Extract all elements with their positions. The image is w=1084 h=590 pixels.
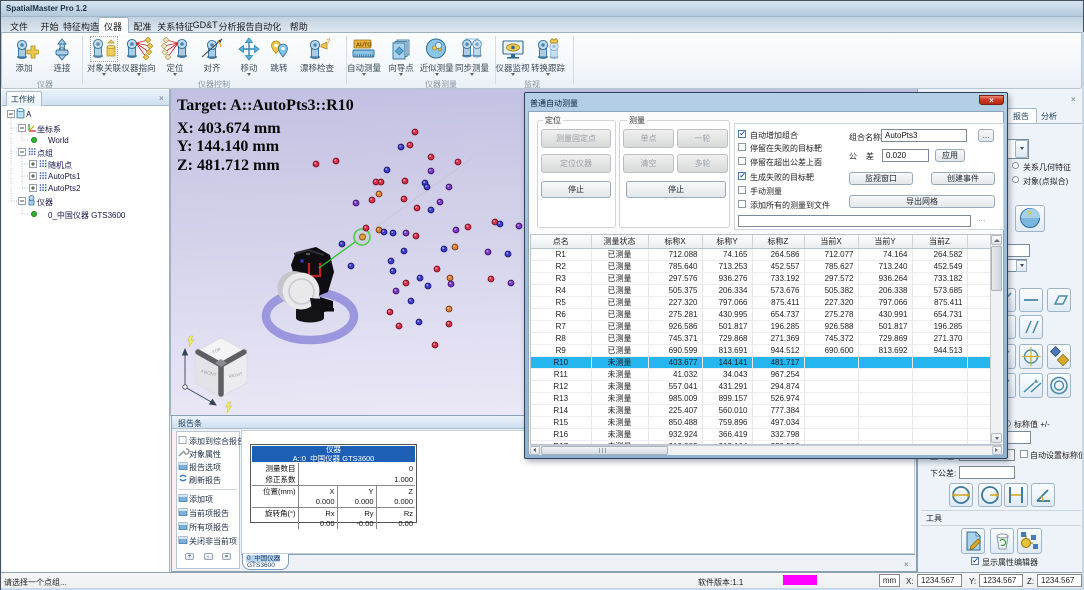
svg-text:AUTO: AUTO xyxy=(356,43,372,49)
svg-text:?: ? xyxy=(1027,210,1032,219)
svg-text:?: ? xyxy=(327,39,331,45)
